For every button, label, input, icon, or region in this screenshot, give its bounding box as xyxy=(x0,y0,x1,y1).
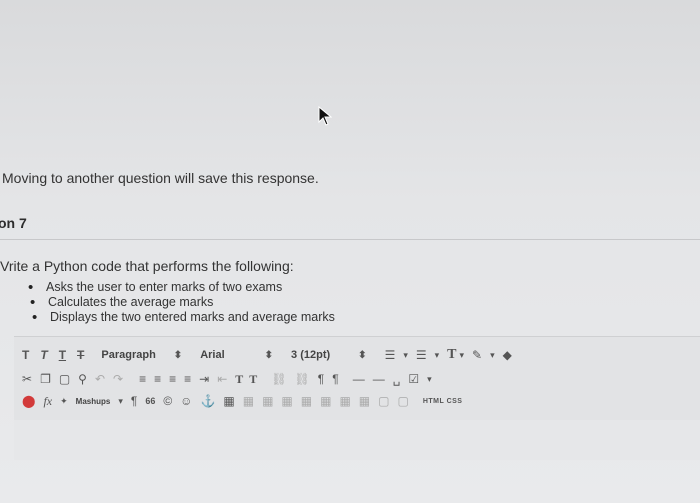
bullet-list-icon[interactable]: ☰ xyxy=(385,348,396,362)
font-size-label: 3 (12pt) xyxy=(291,349,331,361)
question-number: on 7 xyxy=(0,215,27,231)
horizontal-rule-icon[interactable]: — xyxy=(353,372,365,386)
superscript-button[interactable]: T xyxy=(235,372,243,387)
save-warning: Moving to another question will save thi… xyxy=(2,170,319,186)
paragraph-format-select[interactable]: Paragraph ⬍ xyxy=(101,349,182,361)
rtl-icon[interactable]: ¶ xyxy=(332,372,338,386)
html-css-button[interactable]: HTML CSS xyxy=(423,398,463,405)
copy-icon[interactable]: ❐ xyxy=(40,372,51,386)
requirements-list: Asks the user to enter marks of two exam… xyxy=(28,280,335,325)
chevron-down-icon[interactable]: ▾ xyxy=(460,350,465,361)
align-justify-icon[interactable]: ≡ xyxy=(184,372,191,386)
chevron-down-icon[interactable]: ▾ xyxy=(490,350,495,361)
smiley-icon[interactable]: ☺ xyxy=(180,394,192,408)
table-row-icon[interactable]: ▦ xyxy=(243,394,254,408)
mashups-icon[interactable]: ✦ xyxy=(60,396,68,407)
undo-icon[interactable]: ↶ xyxy=(95,372,105,386)
chevron-down-icon[interactable]: ▾ xyxy=(427,374,432,385)
list-item: Displays the two entered marks and avera… xyxy=(32,310,335,325)
font-size-select[interactable]: 3 (12pt) ⬍ xyxy=(291,349,367,361)
strikethrough-button[interactable]: T xyxy=(77,348,84,362)
text-color-button[interactable]: T xyxy=(447,347,456,363)
eraser-icon[interactable]: ◆ xyxy=(503,348,512,362)
highlight-pen-icon[interactable]: ✎ xyxy=(472,348,482,362)
chevron-down-icon[interactable]: ▾ xyxy=(403,350,408,361)
paragraph-mark-icon[interactable]: ¶ xyxy=(131,394,137,408)
link-icon[interactable]: ⛓ xyxy=(271,372,286,386)
align-left-icon[interactable]: ≡ xyxy=(139,372,146,386)
mashups-label[interactable]: Mashups xyxy=(76,397,111,406)
editor-content-area[interactable] xyxy=(14,420,700,460)
spellcheck-icon[interactable]: ☑ xyxy=(408,372,419,386)
math-formula-icon[interactable]: fx xyxy=(43,394,52,409)
table-icon[interactable]: ▦ xyxy=(223,394,234,408)
align-center-icon[interactable]: ≡ xyxy=(154,372,161,386)
table-delete-icon[interactable]: ▦ xyxy=(339,394,350,408)
record-icon[interactable]: ⬤ xyxy=(22,394,35,408)
blockquote-icon[interactable]: 66 xyxy=(145,396,155,406)
select-arrows-icon: ⬍ xyxy=(264,349,274,361)
table-col-icon[interactable]: ▦ xyxy=(262,394,273,408)
list-item: Calculates the average marks xyxy=(30,295,335,310)
italic-button[interactable]: T xyxy=(40,348,47,362)
toolbar-row-2: ✂ ❐ ▢ ⚲ ↶ ↷ ≡ ≡ ≡ ≡ ⇥ ⇤ T T ⛓ ⛓ ¶ ¶ — — … xyxy=(22,369,440,389)
ltr-icon[interactable]: ¶ xyxy=(318,372,324,386)
nonbreaking-space-icon[interactable]: ␣ xyxy=(393,372,401,386)
chevron-down-icon[interactable]: ▾ xyxy=(435,350,440,361)
subscript-button[interactable]: T xyxy=(249,372,257,387)
anchor-icon[interactable]: ⚓ xyxy=(200,394,215,408)
fullscreen-icon[interactable]: ▢ xyxy=(397,394,408,408)
underline-button[interactable]: T xyxy=(59,348,66,362)
table-props-icon[interactable]: ▢ xyxy=(378,394,389,408)
table-insert-icon[interactable]: ▦ xyxy=(359,394,370,408)
table-merge-icon[interactable]: ▦ xyxy=(301,394,312,408)
list-item: Asks the user to enter marks of two exam… xyxy=(28,280,335,295)
search-icon[interactable]: ⚲ xyxy=(78,372,87,386)
bold-button[interactable]: T xyxy=(22,348,29,362)
indent-icon[interactable]: ⇥ xyxy=(199,372,209,386)
select-arrows-icon: ⬍ xyxy=(173,349,183,361)
font-family-label: Arial xyxy=(200,349,225,361)
question-prompt: Vrite a Python code that performs the fo… xyxy=(0,258,294,274)
paragraph-format-label: Paragraph xyxy=(101,349,156,361)
table-cell-icon[interactable]: ▦ xyxy=(281,394,292,408)
chevron-down-icon[interactable]: ▾ xyxy=(118,396,123,407)
scissors-icon[interactable]: ✂ xyxy=(22,372,32,386)
paste-icon[interactable]: ▢ xyxy=(59,372,70,386)
copyright-icon[interactable]: © xyxy=(163,394,172,408)
toolbar-row-1: T T T T Paragraph ⬍ Arial ⬍ 3 (12pt) ⬍ ☰… xyxy=(22,345,520,365)
horizontal-line-icon[interactable]: — xyxy=(373,372,385,386)
numbered-list-icon[interactable]: ☰ xyxy=(416,348,427,362)
font-family-select[interactable]: Arial ⬍ xyxy=(200,349,273,361)
table-split-icon[interactable]: ▦ xyxy=(320,394,331,408)
align-right-icon[interactable]: ≡ xyxy=(169,372,176,386)
unlink-icon[interactable]: ⛓ xyxy=(295,372,310,386)
outdent-icon[interactable]: ⇤ xyxy=(217,372,227,386)
question-header: on 7 xyxy=(0,207,700,240)
select-arrows-icon: ⬍ xyxy=(358,349,367,361)
redo-icon[interactable]: ↷ xyxy=(113,372,123,386)
toolbar-row-3: ⬤ fx ✦ Mashups ▾ ¶ 66 © ☺ ⚓ ▦ ▦ ▦ ▦ ▦ ▦ … xyxy=(22,391,462,411)
